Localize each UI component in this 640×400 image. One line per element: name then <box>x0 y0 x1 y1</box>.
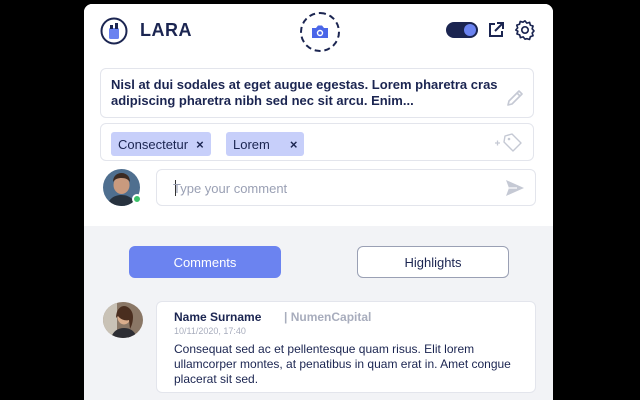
app-title: LARA <box>140 20 192 40</box>
comment-organization: | NumenCapital <box>284 310 372 324</box>
tags-field[interactable]: Consectetur × Lorem × <box>100 123 534 161</box>
add-tag-icon[interactable] <box>494 132 524 154</box>
header: LARA <box>84 4 553 56</box>
mode-toggle[interactable] <box>446 22 478 38</box>
tag-lorem: Lorem × <box>226 132 305 156</box>
camera-icon <box>312 25 328 38</box>
commenter-avatar <box>103 302 143 338</box>
tag-consectetur: Consectetur × <box>111 132 211 156</box>
highlighted-quote: Nisl at dui sodales at eget augue egesta… <box>100 68 534 118</box>
extension-panel: LARA Nisl at dui sodales at eget augue e… <box>84 4 553 400</box>
external-link-icon[interactable] <box>486 20 506 40</box>
comments-section: Comments Highlights Name Surname | Numen… <box>84 226 553 400</box>
tag-label: Lorem <box>233 136 270 152</box>
comment-author: Name Surname <box>174 310 262 324</box>
comment-input[interactable] <box>173 179 493 197</box>
comment-timestamp: 10/11/2020, 17:40 <box>174 326 246 336</box>
jar-logo-icon <box>100 17 128 45</box>
tab-comments[interactable]: Comments <box>129 246 281 278</box>
comment-card: Name Surname | NumenCapital 10/11/2020, … <box>156 301 536 393</box>
comment-body: Consequat sed ac et pellentesque quam ri… <box>174 342 511 386</box>
gear-icon[interactable] <box>514 19 536 41</box>
comment-composer <box>156 169 536 206</box>
camera-button[interactable] <box>300 12 340 52</box>
tag-remove-button[interactable]: × <box>290 137 298 152</box>
pencil-icon[interactable] <box>505 88 525 108</box>
online-status-dot <box>132 194 142 204</box>
tag-remove-button[interactable]: × <box>196 137 204 152</box>
tag-label: Consectetur <box>118 136 189 152</box>
send-icon[interactable] <box>505 179 525 197</box>
tab-highlights[interactable]: Highlights <box>357 246 509 278</box>
toggle-knob <box>464 24 476 36</box>
